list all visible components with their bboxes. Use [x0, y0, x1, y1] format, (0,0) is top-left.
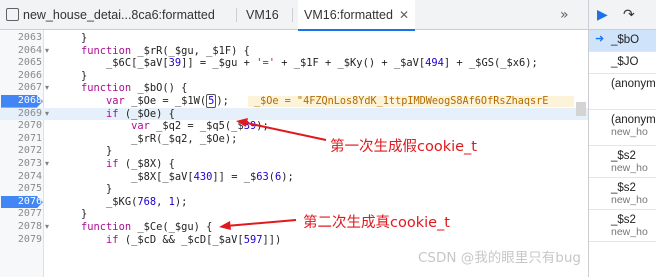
code-line[interactable]: 2067 ▾ function _$bO() {	[0, 82, 588, 95]
tab-vm16[interactable]: VM16	[246, 0, 279, 30]
editor-tab-bar: new_house_detai...8ca6:formatted VM16 VM…	[0, 0, 588, 31]
code-text: }	[56, 145, 113, 158]
code-text: _$6C[_$aV[39]] = _$gu + '=' + _$1F + _$K…	[56, 57, 538, 70]
resume-icon[interactable]: ▶	[597, 7, 608, 23]
code-text: if (_$Oe) {	[106, 107, 175, 120]
code-line[interactable]: 2074 _$8X[_$aV[430]] = _$63(6);	[0, 171, 588, 184]
code-text: var _$Oe = _$1W(5);	[106, 94, 229, 108]
code-text: if (_$cD && _$cD[_$aV[597]])	[106, 233, 282, 246]
line-number[interactable]: 2074	[0, 171, 42, 184]
current-frame-arrow-icon: ➜	[595, 33, 605, 45]
frame-name: (anonym	[611, 114, 656, 126]
line-number[interactable]: 2077	[0, 208, 42, 221]
call-stack-frame[interactable]: _$JO	[589, 52, 656, 74]
code-text: _$8X[_$aV[430]] = _$63(6);	[56, 170, 294, 183]
code-line[interactable]: 2065 _$6C[_$aV[39]] = _$gu + '=' + _$1F …	[0, 57, 588, 70]
line-number[interactable]: 2078	[0, 221, 42, 234]
frame-source: new_ho	[611, 162, 648, 174]
code-line[interactable]: 2079 if (_$cD && _$cD[_$aV[597]])	[0, 234, 588, 247]
line-number[interactable]: 2070	[0, 120, 42, 133]
line-number[interactable]: 2079	[0, 234, 42, 247]
line-number[interactable]: 2072	[0, 145, 42, 158]
inline-variable-value: _$Oe = "4FZQnLos8YdK_1ttpIMDWeogS8Af6OfR…	[248, 96, 574, 107]
annotation-second-cookie: 第二次生成真cookie_t	[303, 215, 450, 231]
call-stack-frame[interactable]: _$s2 new_ho	[589, 146, 656, 178]
code-line[interactable]: 2078 ▾ function _$Ce(_$gu) {	[0, 221, 588, 234]
line-number[interactable]: 2073	[0, 158, 42, 171]
line-number[interactable]: 2064	[0, 45, 42, 58]
code-text: function _$Ce(_$gu) {	[81, 221, 213, 233]
line-number[interactable]: 2066	[0, 70, 42, 83]
line-number[interactable]: 2067	[0, 82, 42, 95]
step-over-icon[interactable]: ↷	[623, 7, 635, 23]
fold-chevron-icon[interactable]: ▾	[45, 158, 49, 171]
line-number[interactable]: 2071	[0, 133, 42, 146]
call-stack-frame[interactable]: (anonym new_ho	[589, 110, 656, 146]
close-icon[interactable]: ✕	[399, 8, 409, 22]
code-text: function _$bO() {	[81, 82, 188, 95]
call-stack-frame[interactable]: _$s2 new_ho	[589, 210, 656, 242]
tab-vm16-formatted[interactable]: VM16:formatted ✕	[298, 0, 415, 31]
debugger-toolbar: ▶ ↷	[589, 0, 656, 30]
code-line[interactable]: 2076 _$KG(768, 1);	[0, 195, 588, 209]
fold-chevron-icon[interactable]: ▾	[45, 221, 49, 234]
code-editor[interactable]: 2063 } 2064 ▾ function _$rR(_$gu, _$1F) {2…	[0, 30, 588, 277]
code-text: function _$rR(_$gu, _$1F) {	[81, 44, 250, 57]
debugger-sidebar: ▶ ↷ ➜ _$bO _$JO (anonym (anonym new_ho _$s2 new…	[588, 0, 656, 277]
code-line[interactable]: 2071 _$rR(_$q2, _$Oe);	[0, 133, 588, 146]
code-text: }	[56, 183, 113, 196]
frame-name: _$s2	[611, 150, 636, 162]
code-line[interactable]: 2070 var _$q2 = _$q5(_$39);	[0, 120, 588, 133]
tab-label: VM16	[246, 8, 279, 22]
fold-chevron-icon[interactable]: ▾	[45, 45, 49, 58]
frame-name: (anonym	[611, 78, 656, 90]
scrollbar-thumb[interactable]	[576, 102, 586, 116]
code-line[interactable]: 2073 ▾ if (_$8X) {	[0, 158, 588, 171]
tab-label: VM16:formatted	[304, 8, 393, 22]
tab-overflow-chevron-icon[interactable]: »	[560, 0, 569, 30]
code-line[interactable]: 2075 }	[0, 183, 588, 196]
line-number[interactable]: 2075	[0, 183, 42, 196]
code-text: _$KG(768, 1);	[56, 195, 188, 208]
line-number[interactable]: 2068	[0, 95, 42, 108]
frame-name: _$JO	[611, 56, 639, 68]
line-number[interactable]: 2076	[0, 196, 42, 209]
frame-source: new_ho	[611, 226, 648, 238]
frame-source: new_ho	[611, 126, 648, 138]
fold-chevron-icon[interactable]: ▾	[45, 108, 49, 121]
code-text: }	[56, 69, 88, 82]
code-line[interactable]: 2066 }	[0, 70, 588, 83]
frame-source: new_ho	[611, 194, 648, 206]
annotation-first-cookie: 第一次生成假cookie_t	[330, 139, 477, 155]
code-text: var _$q2 = _$q5(_$39);	[131, 120, 269, 133]
call-stack-frame[interactable]: ➜ _$bO	[589, 30, 656, 52]
frame-name: _$s2	[611, 214, 636, 226]
tab-label: new_house_detai...8ca6:formatted	[23, 8, 215, 22]
tab-separator	[292, 8, 293, 22]
code-text: }	[56, 32, 88, 44]
tab-separator	[236, 8, 237, 22]
call-stack-frame[interactable]: (anonym	[589, 74, 656, 110]
tab-new-house-detail[interactable]: new_house_detai...8ca6:formatted	[6, 0, 215, 30]
call-stack-frame[interactable]: _$s2 new_ho	[589, 178, 656, 210]
code-text: }	[56, 208, 88, 221]
line-number[interactable]: 2069	[0, 108, 42, 121]
line-number[interactable]: 2065	[0, 57, 42, 70]
line-number[interactable]: 2063	[0, 32, 42, 45]
code-line[interactable]: 2068 var _$Oe = _$1W(5); _$Oe = "4FZQnLos…	[0, 94, 588, 108]
code-line[interactable]: 2077 }	[0, 208, 588, 221]
code-line[interactable]: 2064 ▾ function _$rR(_$gu, _$1F) {	[0, 45, 588, 58]
code-line[interactable]: 2072 }	[0, 145, 588, 158]
frame-name: _$s2	[611, 182, 636, 194]
fold-chevron-icon[interactable]: ▾	[45, 82, 49, 95]
current-execution-line[interactable]: 2069 ▾ if (_$Oe) {	[0, 107, 588, 121]
code-text: if (_$8X) {	[106, 158, 175, 170]
code-text: _$rR(_$q2, _$Oe);	[56, 132, 238, 145]
watermark: CSDN @我的眼里只有bug	[418, 250, 581, 266]
file-icon	[6, 8, 19, 21]
code-line[interactable]: 2063 }	[0, 32, 588, 45]
